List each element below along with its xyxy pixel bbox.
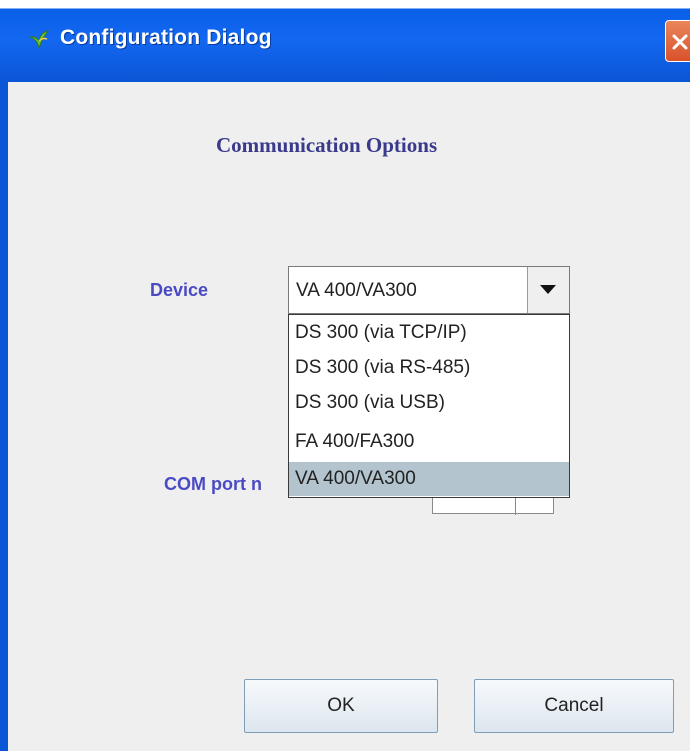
window-title: Configuration Dialog	[60, 26, 272, 49]
leaf-icon	[28, 28, 50, 50]
device-label: Device	[150, 280, 209, 300]
ok-button[interactable]: OK	[244, 679, 438, 733]
section-heading: Communication Options	[216, 133, 438, 157]
window-border	[0, 82, 8, 751]
device-option-fa400[interactable]: FA 400/FA300	[289, 425, 569, 459]
device-combo[interactable]: VA 400/VA300	[288, 266, 570, 314]
device-option-ds300-usb[interactable]: DS 300 (via USB)	[289, 386, 569, 420]
device-dropdown-button[interactable]	[527, 267, 569, 313]
device-option-va400[interactable]: VA 400/VA300	[289, 462, 569, 496]
title-bar[interactable]: Configuration Dialog	[0, 0, 690, 82]
close-button[interactable]	[665, 20, 690, 62]
device-combo-value: VA 400/VA300	[296, 280, 417, 301]
chevron-down-icon	[540, 285, 556, 294]
device-option-ds300-rs485[interactable]: DS 300 (via RS-485)	[289, 351, 569, 385]
com-port-label: COM port n	[164, 474, 262, 494]
device-dropdown-list[interactable]: DS 300 (via TCP/IP) DS 300 (via RS-485) …	[288, 314, 570, 498]
cancel-button[interactable]: Cancel	[474, 679, 674, 733]
device-option-ds300-tcpip[interactable]: DS 300 (via TCP/IP)	[289, 316, 569, 350]
close-icon	[672, 34, 688, 50]
